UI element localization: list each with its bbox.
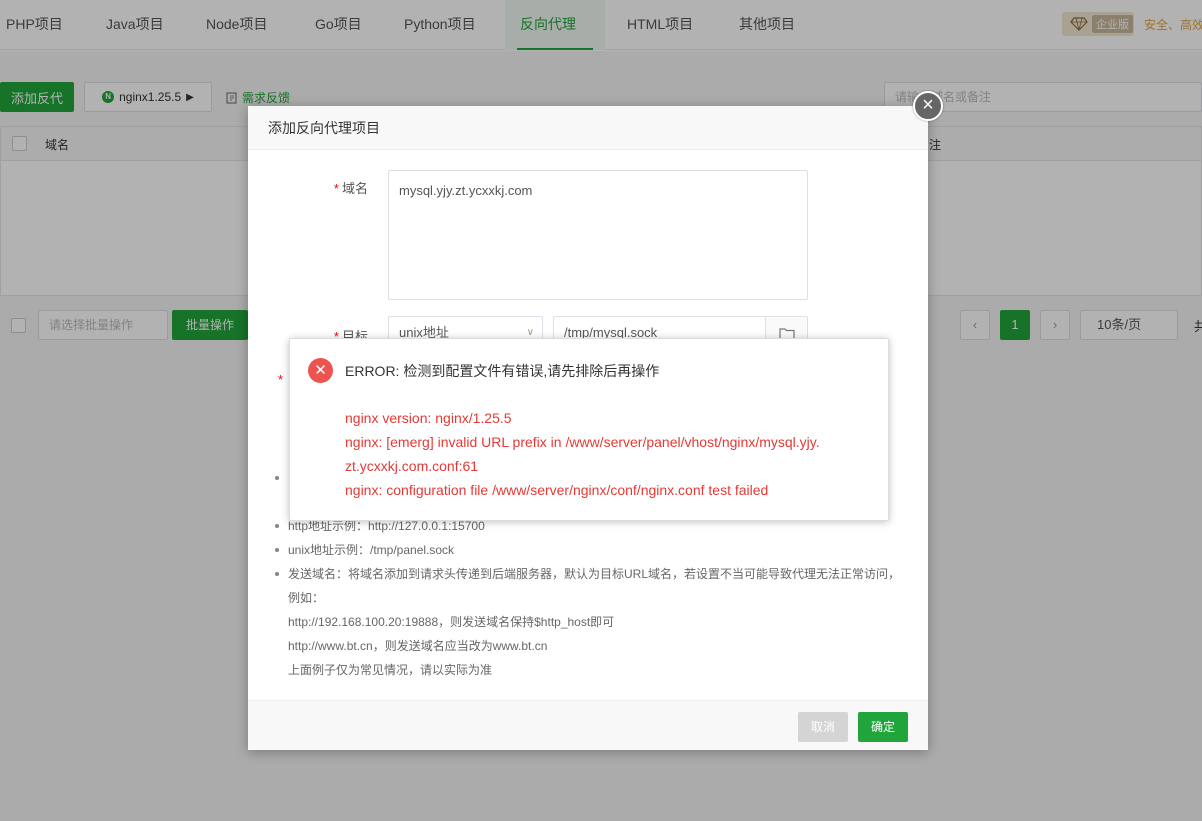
help-sub-1: http://192.168.100.20:19888，则发送域名保持$http… [288,615,615,629]
error-popup: ✕ ERROR: 检测到配置文件有错误,请先排除后再操作 nginx versi… [289,338,889,521]
domain-label: * 域名 [333,181,368,196]
error-line: nginx version: nginx/1.25.5 [345,410,512,426]
required-mark: * [277,372,283,387]
close-icon[interactable]: × [913,91,943,121]
dialog-title: 添加反向代理项目 [248,106,928,150]
error-title: ERROR: 检测到配置文件有错误,请先排除后再操作 [345,363,660,379]
dialog-footer: 取消 确定 [248,700,928,750]
help-item-unix: unix地址示例：/tmp/panel.sock [272,538,908,562]
cancel-button[interactable]: 取消 [798,712,848,742]
error-line: zt.ycxxkj.com.conf:61 [345,458,479,474]
error-line: nginx: [emerg] invalid URL prefix in /ww… [345,434,820,450]
help-sub-2: http://www.bt.cn，则发送域名应当改为www.bt.cn [288,639,548,653]
help-sub-example: 例如： [288,591,325,605]
error-line: nginx: configuration file /www/server/ng… [345,482,769,498]
confirm-button[interactable]: 确定 [858,712,908,742]
error-icon: ✕ [308,358,333,383]
help-sub-3: 上面例子仅为常见情况，请以实际为准 [288,663,493,677]
error-body: nginx version: nginx/1.25.5 nginx: [emer… [345,406,875,502]
help-item-send-domain: 发送域名：将域名添加到请求头传递到后端服务器，默认为目标URL域名，若设置不当可… [272,562,908,586]
domain-textarea[interactable]: mysql.yjy.zt.ycxxkj.com [388,170,808,300]
